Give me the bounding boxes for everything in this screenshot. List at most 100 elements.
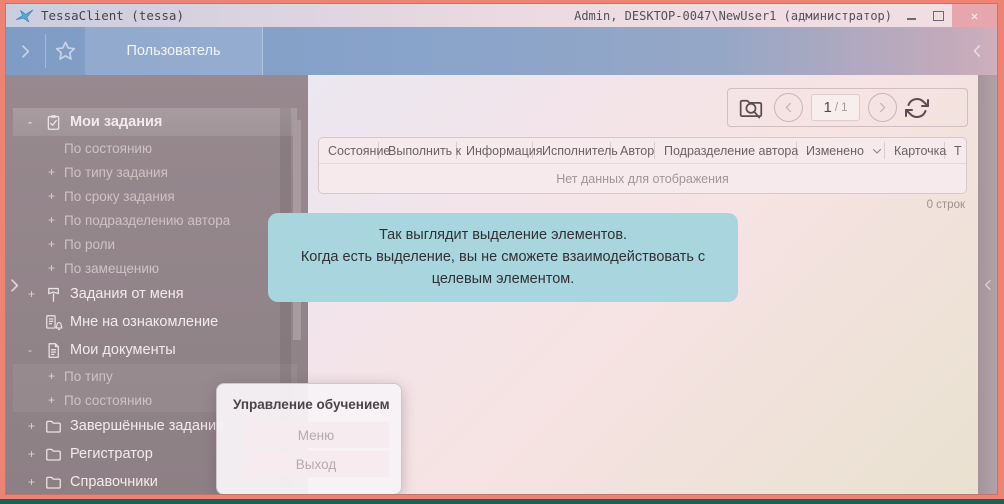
content-area: -Мои заданияПо состоянию+По типу задания… [6, 75, 997, 494]
chevron-left-icon [969, 43, 985, 59]
tree-item-label: Завершённые задания [70, 418, 224, 434]
page-separator: / [835, 102, 838, 114]
column-header-label: Информация [466, 144, 543, 158]
maximize-icon [933, 11, 944, 21]
next-page-button[interactable] [868, 93, 897, 122]
column-header[interactable]: Выполнить к [379, 142, 457, 159]
column-header-label: Выполнить к [388, 144, 461, 158]
tree-expander-toggle[interactable]: + [48, 165, 64, 179]
sidebar-item[interactable]: +По подразделению автора [13, 208, 297, 232]
refresh-icon [905, 96, 929, 120]
sidebar-item[interactable]: - Мои документы [13, 336, 297, 364]
sidebar-item[interactable]: +По замещению [13, 256, 297, 280]
sidebar-item[interactable]: +По типу задания [13, 160, 297, 184]
tree-item-label: Мои документы [70, 342, 176, 358]
tree-item-label: По типу задания [64, 165, 168, 180]
folder-icon [44, 417, 70, 436]
menu-button[interactable]: Меню [243, 422, 389, 448]
sidebar-item[interactable]: По состоянию [13, 136, 297, 160]
sidebar-item[interactable]: - Мои задания [13, 108, 297, 136]
column-header[interactable]: Автор [611, 142, 655, 159]
tab-bar: Пользователь [6, 27, 997, 75]
nav-forward-button[interactable] [6, 27, 45, 75]
tasks-table: СостояниеВыполнить кИнформацияИсполнител… [318, 137, 967, 194]
chevron-down-icon [870, 144, 884, 158]
page-current: 1 [824, 99, 832, 116]
clipboard-check-icon [44, 113, 70, 132]
selection-tooltip: Так выглядит выделение элементов. Когда … [268, 213, 738, 302]
chevron-right-icon [6, 277, 23, 294]
tree-expander-toggle[interactable]: + [28, 475, 44, 489]
column-header[interactable]: Т [945, 142, 966, 159]
tree-expander-toggle[interactable]: + [48, 237, 64, 251]
column-header-label: Автор [620, 144, 654, 158]
column-header-label: Т [954, 144, 962, 158]
tree-expander-toggle[interactable]: + [28, 419, 44, 433]
view-toolbar: 1 / 1 [727, 88, 968, 127]
tree-expander-toggle[interactable]: + [28, 447, 44, 461]
tree-item-label: По роли [64, 237, 115, 252]
popup-title: Управление обучением [233, 397, 401, 412]
tessa-bird-icon [15, 8, 34, 24]
folder-icon [44, 473, 70, 492]
collapse-tabbar-button[interactable] [961, 27, 993, 75]
minimize-icon [907, 18, 916, 20]
tree-expander-toggle[interactable]: + [48, 393, 64, 407]
column-header-label: Исполнитель [542, 144, 618, 158]
tooltip-line-2: Когда есть выделение, вы не сможете взаи… [282, 247, 724, 291]
exit-button[interactable]: Выход [243, 451, 389, 477]
minimize-button[interactable] [898, 4, 925, 27]
tree-expander-toggle[interactable]: + [48, 261, 64, 275]
tessa-client-window: TessaClient (tessa) Admin, DESKTOP-0047\… [6, 4, 997, 494]
sidebar-expand-handle[interactable] [6, 269, 30, 301]
tree-item-label: Справочники [70, 474, 158, 490]
table-header-row: СостояниеВыполнить кИнформацияИсполнител… [319, 138, 966, 163]
window-titlebar: TessaClient (tessa) Admin, DESKTOP-0047\… [6, 4, 997, 27]
chevron-left-icon [981, 278, 995, 292]
tree-item-label: Задания от меня [70, 286, 184, 302]
column-header-label: Подразделение автора [664, 144, 798, 158]
document-bell-icon [44, 313, 70, 332]
column-header[interactable]: Состояние [319, 142, 379, 159]
tree-expander-toggle[interactable]: + [48, 189, 64, 203]
favorites-button[interactable] [46, 27, 85, 75]
tree-item-label: По состоянию [64, 141, 152, 156]
search-in-folder-button[interactable] [737, 95, 766, 121]
column-header[interactable]: Карточка [885, 142, 945, 159]
column-header[interactable]: Изменено [797, 142, 885, 159]
tab-user[interactable]: Пользователь [85, 27, 263, 75]
tree-item-label: Мне на ознакомление [70, 314, 218, 330]
window-title: TessaClient (tessa) [41, 8, 184, 23]
empty-table-message: Нет данных для отображения [319, 163, 966, 193]
column-header[interactable]: Исполнитель [533, 142, 611, 159]
tree-expander-toggle[interactable]: - [28, 343, 44, 357]
folder-search-icon [737, 95, 766, 121]
tree-item-label: Регистратор [70, 446, 153, 462]
tree-item-label: По замещению [64, 261, 159, 276]
tree-expander-toggle[interactable]: - [28, 115, 44, 129]
column-header[interactable]: Подразделение автора [655, 142, 797, 159]
tree-item-label: Мои задания [70, 114, 162, 130]
sidebar-item[interactable]: Мне на ознакомление [13, 308, 297, 336]
star-icon [53, 39, 78, 64]
previous-page-button[interactable] [774, 93, 803, 122]
sidebar-item[interactable]: + Задания от меня [13, 280, 297, 308]
chevron-left-icon [782, 101, 795, 114]
desktop-taskbar-strip [0, 499, 1004, 504]
tree-expander-toggle[interactable]: + [48, 213, 64, 227]
close-button[interactable]: ✕ [952, 4, 997, 27]
tree-expander-toggle[interactable]: + [28, 287, 44, 301]
sidebar-item[interactable]: +По роли [13, 232, 297, 256]
tree-expander-toggle[interactable]: + [48, 369, 64, 383]
page-indicator[interactable]: 1 / 1 [811, 94, 860, 121]
training-control-popup: Управление обучением Меню Выход [216, 383, 402, 494]
column-header[interactable]: Информация [457, 142, 533, 159]
refresh-button[interactable] [905, 96, 929, 120]
tree-item-label: По подразделению автора [64, 213, 230, 228]
maximize-button[interactable] [925, 4, 952, 27]
row-count-label: 0 строк [927, 199, 965, 211]
column-header-label: Карточка [894, 144, 946, 158]
sidebar-item[interactable]: +По сроку задания [13, 184, 297, 208]
chevron-right-icon [876, 101, 889, 114]
panel-collapse-handle[interactable] [978, 75, 997, 494]
